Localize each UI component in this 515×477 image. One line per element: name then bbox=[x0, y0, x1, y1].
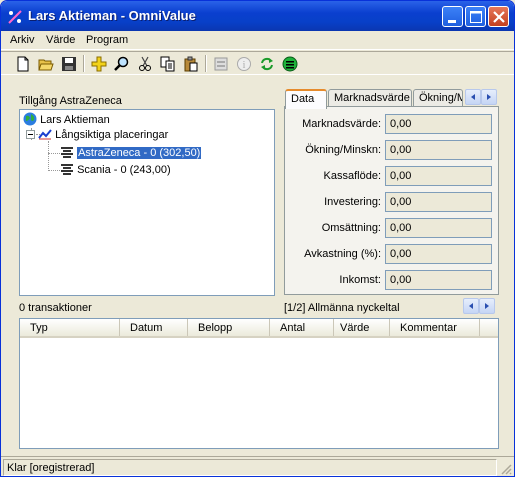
tree-connector bbox=[48, 170, 60, 171]
paste-button[interactable] bbox=[181, 54, 201, 74]
minimize-button[interactable] bbox=[442, 6, 463, 27]
tree-connector bbox=[48, 153, 60, 154]
menu-bar: Arkiv Värde Program bbox=[1, 31, 514, 50]
column-varde[interactable]: Värde bbox=[334, 319, 390, 336]
calculator-button[interactable] bbox=[280, 54, 300, 74]
tree-connector bbox=[48, 141, 49, 171]
chevron-left-icon bbox=[471, 94, 475, 100]
tree-item-scania[interactable]: Scania - 0 (243,00) bbox=[60, 163, 171, 178]
tab-scroll-right-button[interactable] bbox=[481, 89, 497, 105]
calculator-icon bbox=[282, 56, 298, 72]
properties-icon bbox=[214, 57, 228, 71]
close-icon bbox=[493, 11, 505, 23]
tree-item-label: Scania - 0 (243,00) bbox=[77, 164, 171, 176]
stock-icon bbox=[61, 164, 73, 175]
field-label-kassaflode: Kassaflöde: bbox=[323, 170, 381, 182]
minimize-icon bbox=[448, 20, 456, 23]
tree-group-label: Långsiktiga placeringar bbox=[55, 129, 169, 141]
save-icon bbox=[62, 57, 76, 71]
field-label-okning: Ökning/Minskn: bbox=[305, 144, 381, 156]
toolbar: i bbox=[1, 51, 514, 75]
key-figures-next-button[interactable] bbox=[479, 298, 495, 314]
toolbar-separator bbox=[83, 55, 85, 72]
menu-arkiv[interactable]: Arkiv bbox=[10, 34, 34, 46]
title-bar[interactable]: Lars Aktieman - OmniValue bbox=[1, 1, 514, 31]
field-okning: 0,00 bbox=[385, 140, 492, 160]
new-file-icon bbox=[17, 56, 29, 72]
field-label-investering: Investering: bbox=[324, 196, 381, 208]
field-kassaflode: 0,00 bbox=[385, 166, 492, 186]
omnivalue-app-icon bbox=[8, 10, 22, 24]
transaction-count: 0 transaktioner bbox=[19, 302, 92, 314]
window-title: Lars Aktieman - OmniValue bbox=[28, 8, 196, 23]
field-label-omsattning: Omsättning: bbox=[321, 222, 381, 234]
main-window: Lars Aktieman - OmniValue Arkiv Värde Pr… bbox=[0, 0, 515, 477]
search-button[interactable] bbox=[112, 54, 132, 74]
tree-group[interactable]: Långsiktiga placeringar bbox=[26, 128, 168, 143]
chevron-right-icon bbox=[485, 303, 489, 309]
chevron-left-icon bbox=[469, 303, 473, 309]
stock-icon bbox=[61, 147, 73, 158]
save-button[interactable] bbox=[59, 54, 79, 74]
asset-tree[interactable]: Lars Aktieman Långsiktiga placeringar As… bbox=[19, 109, 275, 296]
copy-icon bbox=[160, 56, 175, 72]
add-icon bbox=[91, 56, 107, 72]
open-button[interactable] bbox=[36, 54, 56, 74]
properties-button bbox=[211, 54, 231, 74]
column-belopp[interactable]: Belopp bbox=[188, 319, 270, 336]
column-kommentar[interactable]: Kommentar bbox=[390, 319, 480, 336]
trend-chart-icon bbox=[38, 129, 52, 140]
paste-icon bbox=[184, 56, 198, 72]
svg-text:i: i bbox=[243, 60, 246, 71]
open-folder-icon bbox=[38, 59, 54, 71]
close-button[interactable] bbox=[488, 6, 509, 27]
maximize-icon bbox=[470, 11, 482, 23]
tree-root-label: Lars Aktieman bbox=[40, 114, 110, 126]
key-figures-page-label: [1/2] Allmänna nyckeltal bbox=[284, 302, 400, 314]
cut-button[interactable] bbox=[135, 54, 155, 74]
field-investering: 0,00 bbox=[385, 192, 492, 212]
status-bar: Klar [oregistrerad] bbox=[1, 456, 514, 476]
status-text: Klar [oregistrerad] bbox=[3, 459, 497, 476]
field-label-inkomst: Inkomst: bbox=[339, 274, 381, 286]
menu-program[interactable]: Program bbox=[86, 34, 128, 46]
tab-scroll bbox=[465, 89, 497, 105]
cut-icon bbox=[139, 56, 151, 71]
field-label-marknadsvarde: Marknadsvärde: bbox=[302, 118, 381, 130]
refresh-button[interactable] bbox=[257, 54, 277, 74]
key-figures-pager bbox=[463, 298, 495, 314]
column-datum[interactable]: Datum bbox=[120, 319, 188, 336]
transactions-list[interactable]: Typ Datum Belopp Antal Värde Kommentar bbox=[19, 318, 499, 449]
maximize-button[interactable] bbox=[465, 6, 486, 27]
tab-data[interactable]: Data bbox=[285, 89, 327, 109]
info-icon: i bbox=[237, 57, 251, 71]
add-button[interactable] bbox=[89, 54, 109, 74]
copy-button[interactable] bbox=[158, 54, 178, 74]
tree-item-label: AstraZeneca - 0 (302,50) bbox=[76, 146, 203, 160]
field-label-avkastning: Avkastning (%): bbox=[304, 248, 381, 260]
toolbar-separator bbox=[205, 55, 207, 72]
field-marknadsvarde: 0,00 bbox=[385, 114, 492, 134]
tree-item-astrazeneca[interactable]: AstraZeneca - 0 (302,50) bbox=[60, 146, 203, 161]
chevron-right-icon bbox=[487, 94, 491, 100]
collapse-icon[interactable] bbox=[26, 130, 35, 139]
tree-heading: Tillgång AstraZeneca bbox=[19, 95, 122, 107]
info-button: i bbox=[234, 54, 254, 74]
tree-root[interactable]: Lars Aktieman bbox=[23, 112, 110, 127]
globe-icon bbox=[23, 112, 37, 126]
tab-scroll-left-button[interactable] bbox=[465, 89, 481, 105]
field-inkomst: 0,00 bbox=[385, 270, 492, 290]
field-omsattning: 0,00 bbox=[385, 218, 492, 238]
refresh-icon bbox=[261, 57, 273, 71]
menu-varde[interactable]: Värde bbox=[46, 34, 75, 46]
column-antal[interactable]: Antal bbox=[270, 319, 334, 336]
field-avkastning: 0,00 bbox=[385, 244, 492, 264]
key-figures-prev-button[interactable] bbox=[463, 298, 479, 314]
resize-grip-icon[interactable] bbox=[500, 463, 512, 475]
key-figures-panel: Marknadsvärde: 0,00 Ökning/Minskn: 0,00 … bbox=[284, 106, 499, 295]
transactions-header: Typ Datum Belopp Antal Värde Kommentar bbox=[20, 319, 498, 338]
column-typ[interactable]: Typ bbox=[20, 319, 120, 336]
search-icon bbox=[114, 56, 129, 71]
new-file-button[interactable] bbox=[13, 54, 33, 74]
